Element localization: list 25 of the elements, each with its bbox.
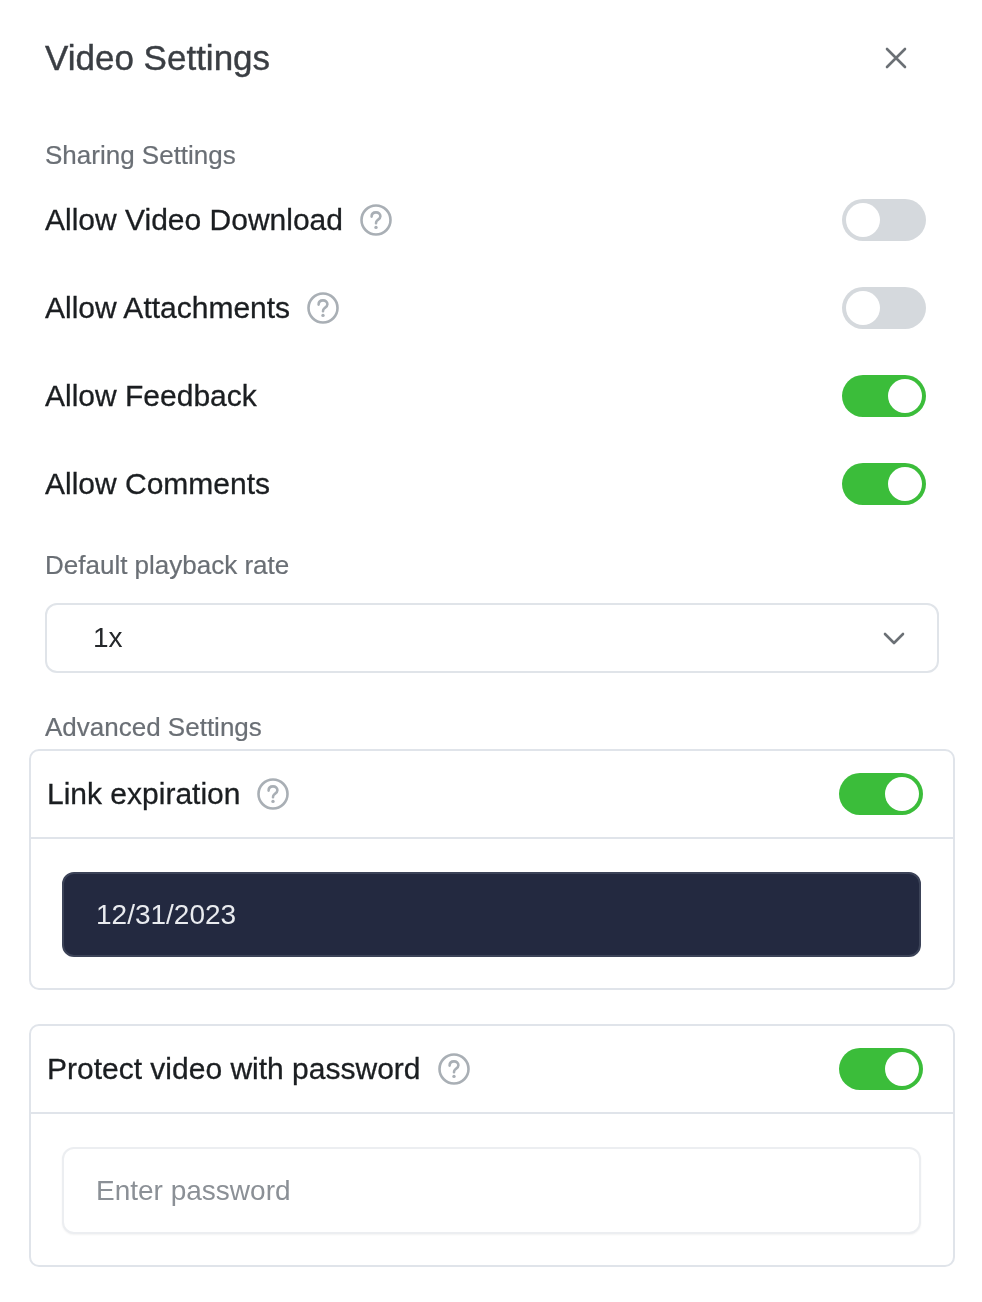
close-icon[interactable]: [885, 47, 907, 69]
help-icon[interactable]: [359, 204, 392, 236]
section-heading: Sharing Settings: [45, 139, 237, 171]
toggle-switch[interactable]: [842, 199, 926, 241]
password-field[interactable]: Enter password: [62, 1147, 921, 1234]
option-label: Allow Attachments: [45, 290, 291, 326]
toggle-switch[interactable]: [842, 375, 926, 417]
option-label: Allow Feedback: [45, 378, 257, 414]
date-field[interactable]: 12/31/2023: [62, 872, 921, 957]
help-icon[interactable]: [257, 778, 290, 810]
toggle-switch[interactable]: [842, 463, 926, 505]
section-heading: Advanced Settings: [45, 711, 263, 743]
playback-rate-select[interactable]: 1x: [45, 603, 939, 673]
dialog-title: Video Settings: [45, 38, 272, 78]
field-label: Default playback rate: [45, 549, 291, 581]
option-label: Allow Comments: [45, 466, 271, 502]
option-label: Allow Video Download: [45, 202, 343, 238]
help-icon[interactable]: [437, 1053, 470, 1085]
toggle-switch[interactable]: [839, 773, 923, 815]
help-icon[interactable]: [307, 292, 340, 324]
option-label: Protect video with password: [47, 1051, 421, 1087]
chevron-down-icon: [883, 631, 905, 645]
option-label: Link expiration: [47, 776, 241, 812]
toggle-switch[interactable]: [842, 287, 926, 329]
toggle-switch[interactable]: [839, 1048, 923, 1090]
